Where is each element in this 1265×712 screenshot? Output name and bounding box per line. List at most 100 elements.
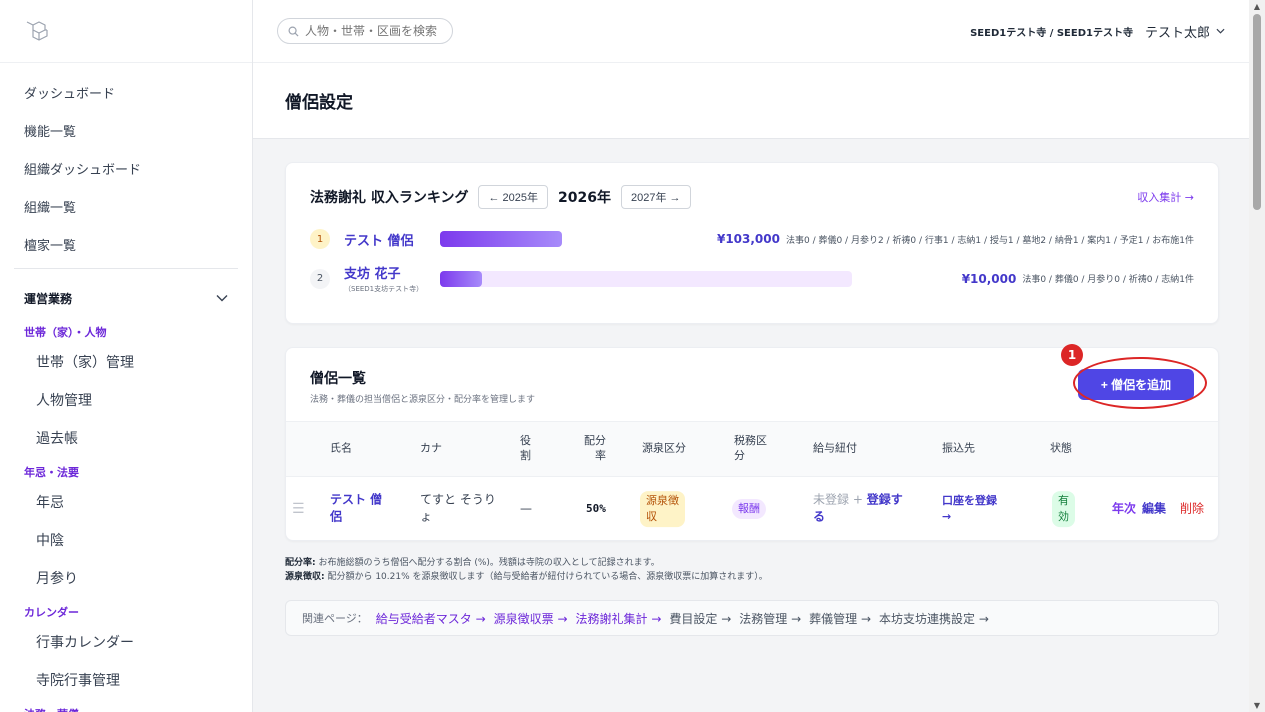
prev-year-button[interactable]: ← 2025年 — [478, 185, 548, 209]
sidebar: ダッシュボード 機能一覧 組織ダッシュボード 組織一覧 檀家一覧 運営業務 世帯… — [0, 0, 253, 712]
app-logo[interactable] — [0, 0, 252, 63]
related-link-honorarium-summary[interactable]: 法務謝礼集計 → — [576, 610, 662, 627]
top-bar: SEED1テスト寺 / SEED1テスト寺 テスト太郎 — [253, 0, 1249, 63]
ranking-priest-name[interactable]: 支坊 花子 （SEED1支坊テスト寺） — [344, 263, 440, 294]
rank-number: 2 — [310, 268, 330, 289]
scrollbar-thumb[interactable] — [1253, 14, 1261, 210]
highlight-circle — [1073, 357, 1207, 409]
column-header-withholding: 源泉区分 — [642, 441, 686, 455]
column-header-tax: 税務区 分 — [734, 434, 767, 462]
column-header-role: 役 割 — [520, 434, 531, 462]
column-header-ratio: 配分 率 — [584, 434, 606, 462]
ranking-amount: ¥10,000 — [961, 271, 1017, 286]
column-header-kana: カナ — [420, 441, 442, 455]
ranking-breakdown: 法事0 / 葬儀0 / 月参り2 / 祈祷0 / 行事1 / 志納1 / 授与1… — [785, 235, 1194, 246]
sidebar-item-persons[interactable]: 人物管理 — [0, 381, 252, 419]
notes: 配分率: お布施総額のうち僧侶へ配分する割合 (%)。残額は寺院の収入として記録… — [285, 557, 768, 585]
ranking-title: 法務謝礼 収入ランキング — [310, 190, 469, 206]
sidebar-item-kakocho[interactable]: 過去帳 — [0, 419, 252, 457]
sidebar-item-event-calendar[interactable]: 行事カレンダー — [0, 623, 252, 661]
priest-ratio: 50% — [586, 502, 606, 516]
page-scrollbar[interactable]: ▲ ▼ — [1249, 0, 1265, 712]
search-box[interactable] — [277, 18, 453, 44]
note-withholding-label: 源泉徴収: — [285, 571, 325, 582]
priest-kana: てすと そうり ょ — [420, 492, 496, 524]
search-icon — [288, 26, 299, 37]
withholding-badge: 源泉徴 収 — [640, 491, 685, 527]
drag-handle-icon[interactable]: ☰ — [292, 499, 305, 519]
sidebar-group-memorials: 年忌・法要 — [24, 466, 79, 479]
note-ratio-label: 配分率: — [285, 558, 316, 568]
priest-list-title: 僧侶一覧 — [310, 371, 366, 387]
sidebar-item-temple-events[interactable]: 寺院行事管理 — [0, 661, 252, 699]
tax-category-badge: 報酬 — [732, 499, 766, 519]
user-area: SEED1テスト寺 / SEED1テスト寺 テスト太郎 — [970, 22, 1225, 41]
next-year-button[interactable]: 2027年 → — [620, 185, 691, 209]
sidebar-item-tsukimairi[interactable]: 月参り — [0, 559, 252, 597]
search-input[interactable] — [305, 24, 445, 38]
sidebar-item-dashboard[interactable]: ダッシュボード — [0, 73, 252, 111]
user-menu[interactable]: テスト太郎 — [1145, 22, 1225, 41]
table-header: 氏名 カナ 役 割 配分 率 源泉区分 税務区 分 給与紐付 振込先 状態 — [286, 421, 1218, 477]
income-summary-link[interactable]: 収入集計 → — [1137, 189, 1194, 205]
related-link-expense-settings[interactable]: 費目設定 → — [669, 610, 731, 627]
priest-list-subtitle: 法務・葬儀の担当僧侶と源泉区分・配分率を管理します — [310, 395, 536, 405]
ranking-row: 2 支坊 花子 （SEED1支坊テスト寺） ¥10,000 法事0 / 葬儀0 … — [310, 263, 1194, 294]
page-header: 僧侶設定 — [253, 63, 1249, 139]
annual-button[interactable]: 年次 — [1112, 500, 1136, 517]
sidebar-divider — [14, 268, 238, 269]
current-year: 2026年 — [558, 190, 611, 206]
income-ranking-card: 法務謝礼 収入ランキング ← 2025年 2026年 2027年 → 収入集計 … — [285, 162, 1219, 324]
register-bank-account-link[interactable]: 口座を登録 → — [942, 493, 997, 525]
status-badge: 有 効 — [1052, 491, 1075, 527]
sidebar-item-nenki[interactable]: 年忌 — [0, 483, 252, 521]
ranking-priest-name[interactable]: テスト 僧侶 — [344, 230, 440, 249]
column-header-bank: 振込先 — [942, 441, 975, 455]
note-ratio-text: お布施総額のうち僧侶へ配分する割合 (%)。残額は寺院の収入として記録されます。 — [315, 558, 660, 568]
table-row[interactable]: ☰ テスト 僧 侶 てすと そうり ょ — 50% 源泉徴 収 報酬 未登録 +… — [286, 477, 1218, 540]
ranking-bar — [440, 270, 852, 287]
ranking-breakdown: 法事0 / 葬儀0 / 月参り0 / 祈祷0 / 志納1件 — [1022, 275, 1194, 285]
chevron-down-icon — [1216, 28, 1225, 34]
logo-icon — [26, 21, 48, 41]
priest-list-header: 僧侶一覧 法務・葬儀の担当僧侶と源泉区分・配分率を管理します — [310, 368, 535, 405]
user-name: テスト太郎 — [1144, 25, 1210, 41]
sidebar-item-features[interactable]: 機能一覧 — [0, 111, 252, 149]
related-link-branch-link-settings[interactable]: 本坊支坊連携設定 → — [879, 610, 989, 627]
ranking-header: 法務謝礼 収入ランキング ← 2025年 2026年 2027年 → 収入集計 … — [310, 185, 1194, 209]
sidebar-item-chuin[interactable]: 中陰 — [0, 521, 252, 559]
salary-separator: + — [849, 492, 867, 507]
sidebar-group-households: 世帯（家）・人物 — [24, 326, 107, 339]
chevron-down-icon — [216, 295, 228, 302]
priest-role: — — [520, 501, 532, 516]
sidebar-section-label: 運営業務 — [24, 291, 73, 306]
sidebar-group-calendar: カレンダー — [24, 606, 79, 619]
ranking-amount: ¥103,000 — [716, 232, 780, 246]
related-link-withholding-slip[interactable]: 源泉徴収票 → — [494, 610, 568, 627]
delete-button[interactable]: 削除 — [1180, 500, 1204, 517]
priest-name-link[interactable]: テスト 僧 侶 — [330, 492, 382, 527]
sidebar-item-danka[interactable]: 檀家一覧 — [0, 225, 252, 263]
ranking-bar-fill — [440, 231, 562, 247]
sidebar-item-org-dashboard[interactable]: 組織ダッシュボード — [0, 149, 252, 187]
note-withholding-text: 配分額から 10.21% を源泉徴収します（給与受給者が紐付けられている場合、源… — [324, 571, 768, 582]
org-name: SEED1テスト寺 / SEED1テスト寺 — [970, 27, 1133, 39]
edit-button[interactable]: 編集 — [1142, 500, 1166, 517]
sidebar-group-services: 法務・葬儀 — [0, 703, 252, 712]
related-link-service-management[interactable]: 法務管理 → — [739, 610, 801, 627]
related-link-funeral-management[interactable]: 葬儀管理 → — [809, 610, 871, 627]
related-link-salary-master[interactable]: 給与受給者マスタ → — [376, 610, 486, 627]
ranking-priest-name-text: 支坊 花子 — [344, 267, 401, 282]
sidebar-nav: ダッシュボード 機能一覧 組織ダッシュボード 組織一覧 檀家一覧 運営業務 世帯… — [0, 63, 252, 712]
scroll-up-icon[interactable]: ▲ — [1252, 2, 1262, 11]
step-marker: 1 — [1061, 344, 1083, 366]
sidebar-item-orgs[interactable]: 組織一覧 — [0, 187, 252, 225]
sidebar-section-operations[interactable]: 運営業務 — [0, 279, 252, 317]
ranking-bar-fill — [440, 270, 482, 287]
ranking-bar — [440, 231, 562, 247]
scroll-down-icon[interactable]: ▼ — [1252, 701, 1262, 710]
sidebar-item-households[interactable]: 世帯（家）管理 — [0, 343, 252, 381]
note-ratio: 配分率: お布施総額のうち僧侶へ配分する割合 (%)。残額は寺院の収入として記録… — [285, 557, 768, 571]
related-label: 関連ページ： — [302, 612, 368, 625]
note-withholding: 源泉徴収: 配分額から 10.21% を源泉徴収します（給与受給者が紐付けられて… — [285, 571, 768, 585]
